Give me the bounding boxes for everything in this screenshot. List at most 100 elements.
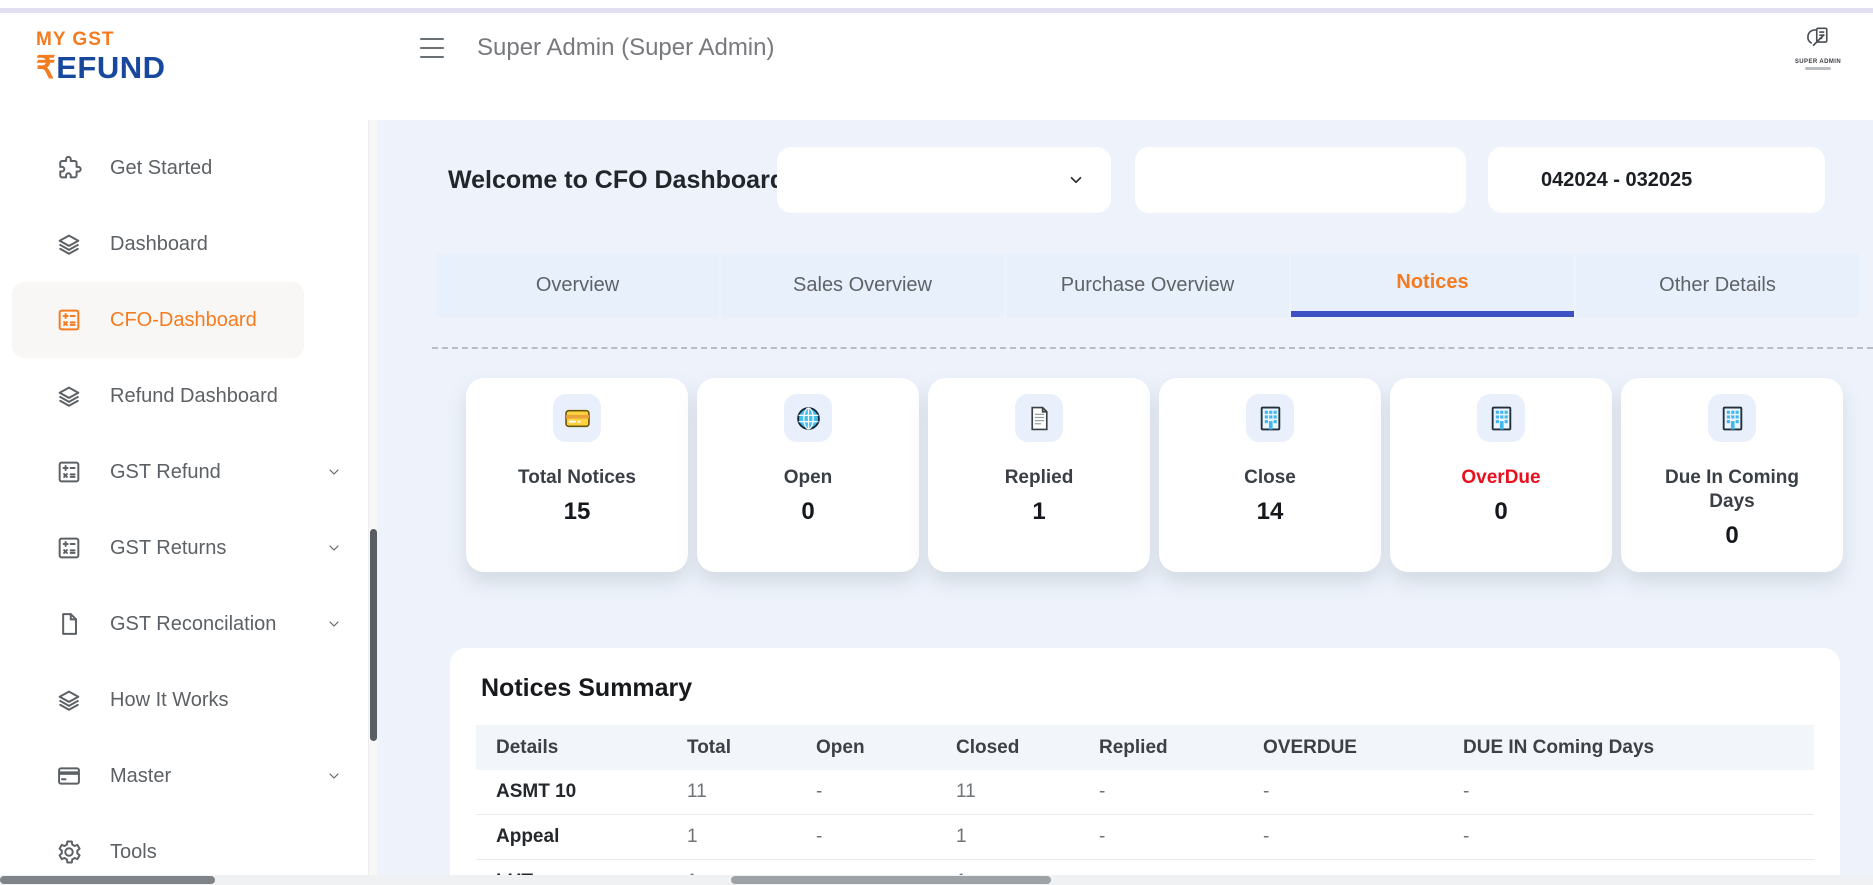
tab-other-details[interactable]: Other Details: [1576, 254, 1859, 317]
cell-replied: -: [1099, 781, 1106, 802]
topbar: MY GST ₹EFUND Super Admin (Super Admin) …: [0, 0, 1873, 120]
cell-due-in-coming-days: -: [1463, 781, 1470, 802]
dashed-separator: [432, 347, 1873, 349]
cfo-dashboard-screen: MY GST ₹EFUND Super Admin (Super Admin) …: [0, 0, 1873, 885]
sidebar-item-gst-refund[interactable]: GST Refund: [0, 434, 368, 510]
column-header: Open: [816, 736, 865, 758]
sidebar-item-cfo-dashboard[interactable]: CFO-Dashboard: [12, 282, 304, 358]
sidebar-item-label: Get Started: [110, 156, 213, 179]
vertical-scrollbar[interactable]: [368, 120, 377, 885]
cell-open: -: [816, 781, 823, 802]
card-value: 0: [1725, 521, 1739, 549]
calculator-icon: [54, 533, 84, 563]
column-header: Details: [496, 736, 559, 758]
sidebar: Get Started Dashboard CFO-Dashboard Refu…: [0, 120, 368, 885]
sidebar-item-label: GST Refund: [110, 460, 221, 483]
sidebar-item-get-started[interactable]: Get Started: [0, 130, 368, 206]
sidebar-item-label: Refund Dashboard: [110, 384, 278, 407]
welcome-title: Welcome to CFO Dashboard: [448, 166, 786, 194]
chevron-down-icon[interactable]: [326, 616, 342, 632]
tab-sales-overview[interactable]: Sales Overview: [721, 254, 1004, 317]
sidebar-item-how-it-works[interactable]: How It Works: [0, 662, 368, 738]
sidebar-horizontal-scrollbar-thumb[interactable]: [0, 876, 215, 884]
period-value: 042024 - 032025: [1541, 168, 1693, 191]
main-horizontal-scrollbar-thumb[interactable]: [731, 876, 1051, 884]
card-open[interactable]: Open 0: [697, 378, 919, 572]
tab-label: Sales Overview: [793, 274, 932, 296]
column-header: DUE IN Coming Days: [1463, 736, 1655, 758]
filter-dropdown-2[interactable]: [1135, 147, 1466, 213]
filter-dropdown-1[interactable]: [777, 147, 1111, 213]
document-icon: [1015, 394, 1063, 442]
card-label: Total Notices: [518, 467, 636, 488]
sidebar-item-label: Master: [110, 764, 172, 787]
chevron-down-icon[interactable]: [326, 768, 342, 784]
period-selector[interactable]: 042024 - 032025: [1488, 147, 1825, 213]
column-header: Closed: [956, 736, 1020, 758]
profile-stamp[interactable]: SUPER ADMIN: [1786, 22, 1850, 70]
cell-overdue: -: [1263, 781, 1270, 802]
card-replied[interactable]: Replied 1: [928, 378, 1150, 572]
cell-closed: 1: [956, 826, 967, 847]
layers-icon: [54, 381, 84, 411]
sidebar-item-master[interactable]: Master: [0, 738, 368, 814]
sidebar-item-refund-dashboard[interactable]: Refund Dashboard: [0, 358, 368, 434]
table-row[interactable]: Appeal 1 - 1 - - -: [476, 815, 1814, 860]
cell-due-in-coming-days: -: [1463, 826, 1470, 847]
card-total-notices[interactable]: Total Notices 15: [466, 378, 688, 572]
rupee-symbol: ₹: [36, 50, 57, 85]
profile-name: SUPER ADMIN: [1794, 59, 1842, 65]
window-top-strip: [0, 8, 1873, 13]
cell-overdue: -: [1263, 826, 1270, 847]
logo-line2-rest: EFUND: [56, 50, 166, 85]
sidebar-item-label: Tools: [110, 840, 157, 863]
globe-icon: [784, 394, 832, 442]
puzzle-icon: [54, 153, 84, 183]
notices-summary-table: Details Total Open Closed Replied OVERDU…: [476, 725, 1814, 885]
column-header: Total: [687, 736, 731, 758]
card-due-in-coming-days[interactable]: Due In Coming Days 0: [1621, 378, 1843, 572]
table-header-row: Details Total Open Closed Replied OVERDU…: [476, 725, 1814, 770]
card-value: 0: [1494, 497, 1508, 525]
tab-label: Overview: [535, 274, 620, 296]
calculator-icon: [54, 457, 84, 487]
card-label: OverDue: [1461, 467, 1541, 488]
card-label: Replied: [1004, 467, 1074, 488]
signature-stamp-icon: [1807, 27, 1828, 47]
building-icon: [1708, 394, 1756, 442]
card-value: 0: [801, 497, 815, 525]
tab-label: Other Details: [1659, 274, 1776, 296]
cell-details: Appeal: [496, 826, 560, 847]
layers-icon: [54, 685, 84, 715]
app-logo[interactable]: MY GST ₹EFUND: [36, 30, 166, 83]
tab-purchase-overview[interactable]: Purchase Overview: [1006, 254, 1289, 317]
chevron-down-icon: [1067, 171, 1085, 189]
chevron-down-icon[interactable]: [326, 464, 342, 480]
profile-subtext: [1805, 67, 1831, 70]
hamburger-menu-icon[interactable]: [420, 38, 444, 58]
sidebar-item-gst-returns[interactable]: GST Returns: [0, 510, 368, 586]
sidebar-item-dashboard[interactable]: Dashboard: [0, 206, 368, 282]
sidebar-item-label: GST Returns: [110, 536, 227, 559]
card-overdue[interactable]: OverDue 0: [1390, 378, 1612, 572]
table-row[interactable]: ASMT 10 11 - 11 - - -: [476, 770, 1814, 815]
vertical-scrollbar-thumb[interactable]: [370, 529, 377, 741]
building-icon: [1477, 394, 1525, 442]
card-label: Close: [1244, 467, 1296, 488]
logo-line2: ₹EFUND: [36, 52, 166, 83]
logo-line1: MY GST: [36, 29, 115, 50]
chevron-down-icon[interactable]: [326, 540, 342, 556]
file-icon: [54, 609, 84, 639]
tab-overview[interactable]: Overview: [436, 254, 719, 317]
cell-open: -: [816, 826, 823, 847]
card-close[interactable]: Close 14: [1159, 378, 1381, 572]
calculator-icon: [54, 305, 84, 335]
sidebar-item-label: GST Reconcilation: [110, 612, 277, 635]
panel-title: Notices Summary: [481, 674, 693, 702]
card-value: 1: [1032, 497, 1046, 525]
tab-label: Notices: [1396, 271, 1469, 293]
tab-notices[interactable]: Notices: [1291, 254, 1574, 317]
sidebar-item-label: How It Works: [110, 688, 229, 711]
notices-summary-panel: Notices Summary Details Total Open Close…: [450, 648, 1840, 885]
sidebar-item-gst-reconcilation[interactable]: GST Reconcilation: [0, 586, 368, 662]
